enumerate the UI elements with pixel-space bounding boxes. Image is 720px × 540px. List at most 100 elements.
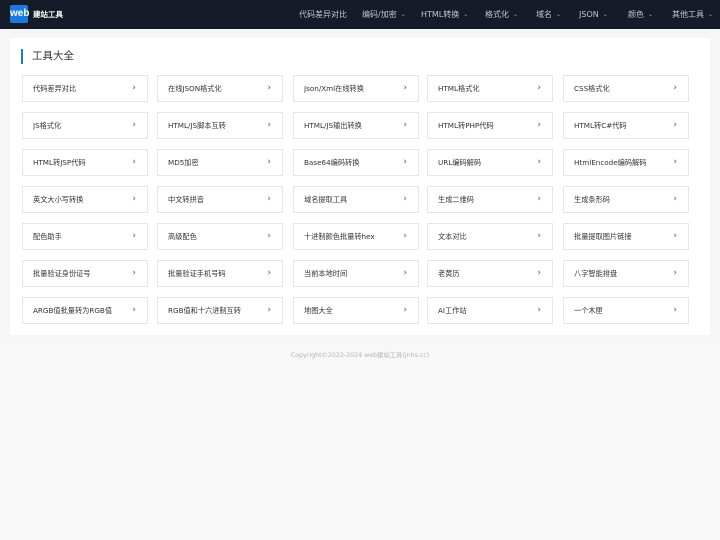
chevron-right-icon: ›: [673, 268, 677, 278]
tool-card-label: HTML/JS脚本互转: [168, 121, 226, 130]
tool-card[interactable]: 中文转拼音 ›: [157, 186, 283, 213]
chevron-right-icon: ›: [403, 120, 407, 130]
chevron-down-icon: ⌄: [648, 11, 654, 18]
tool-card[interactable]: 批量验证身份证号 ›: [22, 260, 148, 287]
nav-item-html[interactable]: HTML转换 ⌄: [421, 0, 468, 29]
nav-item-encode[interactable]: 编码/加密 ⌄: [362, 0, 406, 29]
tool-card[interactable]: 批量提取图片链接 ›: [563, 223, 689, 250]
nav-item-domain[interactable]: 域名 ⌄: [536, 0, 561, 29]
nav-item-format[interactable]: 格式化 ⌄: [485, 0, 518, 29]
chevron-down-icon: ⌄: [556, 11, 562, 18]
tool-card[interactable]: 八字智能排盘 ›: [563, 260, 689, 287]
nav-item-label: JSON: [579, 10, 599, 19]
tool-card[interactable]: Base64编码转换 ›: [293, 149, 419, 176]
tool-card-label: AI工作站: [438, 306, 467, 315]
chevron-right-icon: ›: [403, 268, 407, 278]
nav-item-diff[interactable]: 代码差异对比: [299, 0, 347, 29]
tool-card-label: RGB值和十六进制互转: [168, 306, 241, 315]
tool-card[interactable]: 十进制颜色批量转hex ›: [293, 223, 419, 250]
chevron-right-icon: ›: [267, 305, 271, 315]
chevron-right-icon: ›: [673, 231, 677, 241]
nav-item-label: 编码/加密: [362, 10, 397, 19]
tool-card[interactable]: 老黄历 ›: [427, 260, 553, 287]
tool-card[interactable]: JS格式化 ›: [22, 112, 148, 139]
tool-card[interactable]: 在线JSON格式化 ›: [157, 75, 283, 102]
brand-name[interactable]: 建站工具: [33, 0, 63, 29]
tool-card-label: 批量提取图片链接: [574, 232, 632, 241]
chevron-right-icon: ›: [267, 194, 271, 204]
tool-card-label: HTML转JSP代码: [33, 158, 86, 167]
tool-card[interactable]: HTML转JSP代码 ›: [22, 149, 148, 176]
tool-card[interactable]: HTML转C#代码 ›: [563, 112, 689, 139]
nav-item-other[interactable]: 其他工具 ⌄: [672, 0, 713, 29]
tool-card[interactable]: 文本对比 ›: [427, 223, 553, 250]
chevron-right-icon: ›: [673, 120, 677, 130]
nav-item-label: 颜色: [628, 10, 644, 19]
tool-card[interactable]: Json/Xml在线转换 ›: [293, 75, 419, 102]
tool-card-label: MD5加密: [168, 158, 199, 167]
tool-card-label: 文本对比: [438, 232, 467, 241]
nav-item-color[interactable]: 颜色 ⌄: [628, 0, 653, 29]
tool-card[interactable]: HTML/JS输出转换 ›: [293, 112, 419, 139]
tool-card[interactable]: 配色助手 ›: [22, 223, 148, 250]
tool-card[interactable]: 高级配色 ›: [157, 223, 283, 250]
chevron-right-icon: ›: [132, 83, 136, 93]
tool-card[interactable]: ARGB值批量转为RGB值 ›: [22, 297, 148, 324]
tool-card-label: 配色助手: [33, 232, 62, 241]
tool-card[interactable]: HTML转PHP代码 ›: [427, 112, 553, 139]
tool-card-label: HTML转C#代码: [574, 121, 627, 130]
tool-card[interactable]: URL编码解码 ›: [427, 149, 553, 176]
tool-card[interactable]: 域名提取工具 ›: [293, 186, 419, 213]
tool-card[interactable]: 一个木匣 ›: [563, 297, 689, 324]
chevron-right-icon: ›: [403, 305, 407, 315]
tool-card-label: HTML格式化: [438, 84, 480, 93]
tool-card-label: 八字智能排盘: [574, 269, 618, 278]
chevron-down-icon: ⌄: [602, 11, 608, 18]
tool-card-label: 老黄历: [438, 269, 460, 278]
copyright-text: Copyright©2022-2024 web建站工具(jnhs.cc): [290, 352, 430, 359]
tool-card[interactable]: HtmlEncode编码解码 ›: [563, 149, 689, 176]
tool-card[interactable]: 英文大小写转换 ›: [22, 186, 148, 213]
chevron-right-icon: ›: [132, 157, 136, 167]
chevron-right-icon: ›: [267, 83, 271, 93]
tool-card[interactable]: 批量验证手机号码 ›: [157, 260, 283, 287]
section-title: 工具大全: [21, 49, 74, 64]
tool-card-label: 当前本地时间: [304, 269, 348, 278]
tool-card[interactable]: 代码差异对比 ›: [22, 75, 148, 102]
tool-card[interactable]: 生成二维码 ›: [427, 186, 553, 213]
tool-card-label: 批量验证手机号码: [168, 269, 226, 278]
chevron-down-icon: ⌄: [463, 11, 469, 18]
logo-icon[interactable]: web: [10, 5, 29, 23]
chevron-right-icon: ›: [267, 231, 271, 241]
tools-panel: 工具大全 代码差异对比 › 在线JSON格式化 › Json/Xml在线转换 › HTML格…: [10, 38, 710, 335]
chevron-right-icon: ›: [132, 194, 136, 204]
chevron-right-icon: ›: [537, 231, 541, 241]
tool-card-label: URL编码解码: [438, 158, 482, 167]
tool-card[interactable]: HTML格式化 ›: [427, 75, 553, 102]
chevron-right-icon: ›: [537, 120, 541, 130]
tool-card[interactable]: 生成条形码 ›: [563, 186, 689, 213]
tool-card-label: 生成二维码: [438, 195, 474, 204]
chevron-right-icon: ›: [267, 120, 271, 130]
tool-card-label: HTML/JS输出转换: [304, 121, 362, 130]
tool-card-label: 生成条形码: [574, 195, 610, 204]
tool-card[interactable]: AI工作站 ›: [427, 297, 553, 324]
chevron-right-icon: ›: [132, 305, 136, 315]
tool-card-label: Base64编码转换: [304, 158, 360, 167]
tool-card[interactable]: RGB值和十六进制互转 ›: [157, 297, 283, 324]
nav-item-label: 域名: [536, 10, 552, 19]
chevron-right-icon: ›: [673, 194, 677, 204]
tool-card[interactable]: 地图大全 ›: [293, 297, 419, 324]
chevron-down-icon: ⌄: [708, 11, 714, 18]
chevron-right-icon: ›: [537, 305, 541, 315]
tool-card-label: 高级配色: [168, 232, 197, 241]
tool-card[interactable]: HTML/JS脚本互转 ›: [157, 112, 283, 139]
nav-item-json[interactable]: JSON ⌄: [579, 0, 608, 29]
tool-card[interactable]: MD5加密 ›: [157, 149, 283, 176]
chevron-right-icon: ›: [132, 120, 136, 130]
chevron-right-icon: ›: [403, 231, 407, 241]
tool-card-label: Json/Xml在线转换: [304, 84, 364, 93]
tool-card[interactable]: CSS格式化 ›: [563, 75, 689, 102]
tool-card[interactable]: 当前本地时间 ›: [293, 260, 419, 287]
chevron-right-icon: ›: [537, 83, 541, 93]
